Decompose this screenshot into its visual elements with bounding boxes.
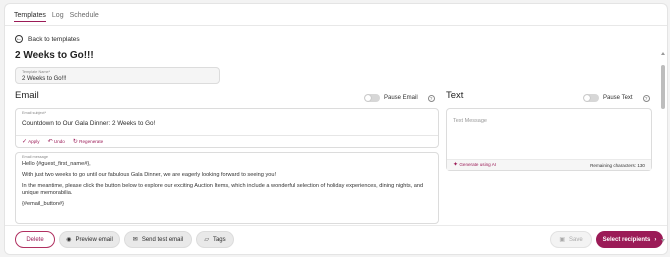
generate-ai-button[interactable]: ✦ Generate using AI xyxy=(453,162,496,168)
text-message-placeholder: Text Message xyxy=(453,118,487,124)
tab-log[interactable]: Log xyxy=(52,12,64,22)
subject-actions: ✓ Apply ↶ Undo ↻ Regenerate xyxy=(16,135,438,147)
tab-divider xyxy=(5,25,667,26)
back-to-templates-link[interactable]: ← Back to templates xyxy=(15,35,80,43)
tab-bar: Templates Log Schedule xyxy=(14,12,99,22)
message-paragraph: Hello {#guest_first_name#}, xyxy=(22,161,91,167)
preview-email-label: Preview email xyxy=(75,236,113,243)
text-section-title: Text xyxy=(446,90,464,101)
delete-label: Delete xyxy=(26,236,44,243)
select-recipients-button[interactable]: Select recipients › xyxy=(596,231,663,248)
select-recipients-label: Select recipients xyxy=(602,236,651,243)
template-name-label: Template Name* xyxy=(22,70,51,74)
vertical-scrollbar[interactable] xyxy=(661,52,666,242)
pause-email-switch[interactable] xyxy=(364,94,380,102)
email-message-label: Email message xyxy=(22,155,48,159)
scroll-down-arrow-icon[interactable] xyxy=(661,239,665,242)
email-subject-label: Email subject* xyxy=(22,111,47,115)
pause-email-toggle-group: Pause Email ? xyxy=(364,94,435,102)
undo-icon: ↶ xyxy=(47,138,53,145)
text-message-field[interactable]: Text Message ✦ Generate using AI Remaini… xyxy=(446,108,652,171)
page-title: 2 Weeks to Go!!! xyxy=(15,50,94,61)
template-name-value: 2 Weeks to Go!!! xyxy=(22,76,67,82)
save-button[interactable]: ▣ Save xyxy=(550,231,592,248)
save-icon: ▣ xyxy=(559,236,565,243)
magic-wand-icon: ✦ xyxy=(453,162,459,168)
tab-schedule[interactable]: Schedule xyxy=(70,12,99,22)
apply-label: Apply xyxy=(28,138,40,144)
template-editor-card: Templates Log Schedule ← Back to templat… xyxy=(4,3,668,255)
generate-ai-label: Generate using AI xyxy=(459,162,497,167)
tab-templates[interactable]: Templates xyxy=(14,12,46,22)
switch-knob xyxy=(584,95,590,101)
send-test-label: Send test email xyxy=(141,236,184,243)
apply-button[interactable]: ✓ Apply xyxy=(22,139,40,145)
email-message-body: Hello {#guest_first_name#}, With just tw… xyxy=(22,161,432,212)
tag-icon: ▱ xyxy=(204,236,209,243)
regenerate-button[interactable]: ↻ Regenerate xyxy=(73,139,103,145)
help-icon[interactable]: ? xyxy=(642,94,650,102)
undo-button[interactable]: ↶ Undo xyxy=(48,139,65,145)
regenerate-label: Regenerate xyxy=(79,138,104,144)
chevron-right-icon: › xyxy=(654,236,657,243)
envelope-icon: ✉ xyxy=(132,236,138,243)
action-bar: Delete ◉ Preview email ✉ Send test email ▱… xyxy=(5,225,667,254)
message-paragraph: In the meantime, please click the button… xyxy=(22,183,424,196)
page: Templates Log Schedule ← Back to templat… xyxy=(0,0,670,257)
email-section-title: Email xyxy=(15,90,39,101)
undo-label: Undo xyxy=(53,138,65,144)
remaining-characters: Remaining characters: 130 xyxy=(590,162,645,168)
preview-email-button[interactable]: ◉ Preview email xyxy=(59,231,120,248)
pause-text-label: Pause Text xyxy=(603,95,633,101)
scroll-thumb[interactable] xyxy=(661,65,665,109)
help-icon[interactable]: ? xyxy=(427,94,435,102)
pause-email-label: Pause Email xyxy=(384,95,418,101)
arrow-left-icon: ← xyxy=(15,35,23,43)
tags-button[interactable]: ▱ Tags xyxy=(196,231,234,248)
scroll-up-arrow-icon[interactable] xyxy=(661,52,665,55)
save-label: Save xyxy=(568,236,583,243)
pause-text-switch[interactable] xyxy=(583,94,599,102)
text-message-footer: ✦ Generate using AI Remaining characters… xyxy=(447,159,651,170)
template-name-field[interactable]: Template Name* 2 Weeks to Go!!! xyxy=(15,67,220,84)
refresh-icon: ↻ xyxy=(72,138,78,145)
email-message-field[interactable]: Email message Hello {#guest_first_name#}… xyxy=(15,152,439,224)
message-paragraph: With just two weeks to go until our fabu… xyxy=(22,172,277,178)
tags-label: Tags xyxy=(212,236,226,243)
switch-knob xyxy=(365,95,371,101)
eye-icon: ◉ xyxy=(66,236,72,243)
send-test-email-button[interactable]: ✉ Send test email xyxy=(124,231,192,248)
pause-text-toggle-group: Pause Text ? xyxy=(583,94,650,102)
delete-button[interactable]: Delete xyxy=(15,231,55,248)
check-icon: ✓ xyxy=(22,138,28,145)
message-paragraph: {#email_button#} xyxy=(22,201,64,207)
back-link-label: Back to templates xyxy=(28,35,80,43)
email-subject-field[interactable]: Email subject* Countdown to Our Gala Din… xyxy=(15,108,439,148)
email-subject-value: Countdown to Our Gala Dinner: 2 Weeks to… xyxy=(22,120,156,127)
